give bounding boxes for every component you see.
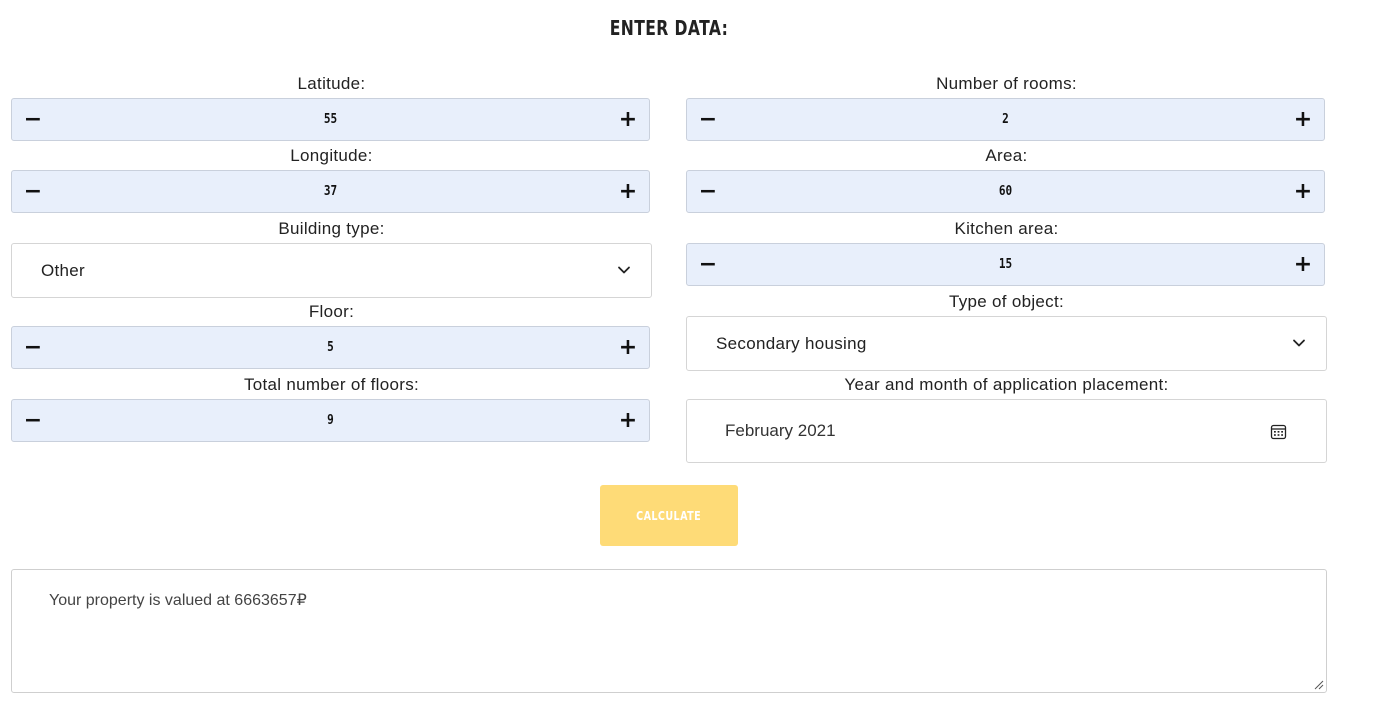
floor-stepper: − 5 + <box>11 326 650 369</box>
floor-decrement-button[interactable]: − <box>12 327 54 368</box>
floor-label: Floor: <box>308 302 355 321</box>
area-label: Area: <box>985 146 1028 165</box>
total-floors-stepper: − 9 + <box>11 399 650 442</box>
total-floors-increment-button[interactable]: + <box>607 400 649 441</box>
longitude-value[interactable]: 37 <box>95 171 565 212</box>
area-increment-button[interactable]: + <box>1282 171 1324 212</box>
floor-value[interactable]: 5 <box>95 327 565 368</box>
longitude-increment-button[interactable]: + <box>607 171 649 212</box>
area-decrement-button[interactable]: − <box>687 171 729 212</box>
result-textarea[interactable]: Your property is valued at 6663657₽ <box>11 569 1327 693</box>
calculate-button-label: CALCULATE <box>636 508 702 523</box>
latitude-decrement-button[interactable]: − <box>12 99 54 140</box>
resize-grip-icon[interactable] <box>1312 678 1324 690</box>
total-floors-label: Total number of floors: <box>243 375 420 394</box>
rooms-increment-button[interactable]: + <box>1282 99 1324 140</box>
result-text: Your property is valued at 6663657₽ <box>49 592 307 609</box>
calendar-icon[interactable] <box>1270 423 1287 440</box>
latitude-increment-button[interactable]: + <box>607 99 649 140</box>
kitchen-area-decrement-button[interactable]: − <box>687 244 729 285</box>
placement-date-value: February 2021 <box>725 421 836 440</box>
floor-increment-button[interactable]: + <box>607 327 649 368</box>
chevron-down-icon <box>1293 339 1305 347</box>
kitchen-area-value[interactable]: 15 <box>770 244 1240 285</box>
rooms-value[interactable]: 2 <box>770 99 1240 140</box>
longitude-stepper: − 37 + <box>11 170 650 213</box>
placement-date-input[interactable]: February 2021 <box>686 399 1327 463</box>
building-type-label: Building type: <box>278 219 385 238</box>
total-floors-value[interactable]: 9 <box>95 400 565 441</box>
latitude-stepper: − 55 + <box>11 98 650 141</box>
object-type-label: Type of object: <box>948 292 1065 311</box>
longitude-label: Longitude: <box>290 146 373 165</box>
kitchen-area-stepper: − 15 + <box>686 243 1325 286</box>
latitude-label: Latitude: <box>297 74 366 93</box>
rooms-decrement-button[interactable]: − <box>687 99 729 140</box>
building-type-select[interactable]: Other <box>11 243 652 298</box>
total-floors-decrement-button[interactable]: − <box>12 400 54 441</box>
object-type-value: Secondary housing <box>716 333 867 353</box>
chevron-down-icon <box>618 266 630 274</box>
latitude-value[interactable]: 55 <box>95 99 565 140</box>
page-title: ENTER DATA: <box>609 16 729 40</box>
longitude-decrement-button[interactable]: − <box>12 171 54 212</box>
rooms-stepper: − 2 + <box>686 98 1325 141</box>
rooms-label: Number of rooms: <box>936 74 1077 93</box>
placement-date-label: Year and month of application placement: <box>844 375 1169 394</box>
area-stepper: − 60 + <box>686 170 1325 213</box>
area-value[interactable]: 60 <box>770 171 1240 212</box>
building-type-value: Other <box>41 260 86 280</box>
kitchen-area-increment-button[interactable]: + <box>1282 244 1324 285</box>
calculate-button[interactable]: CALCULATE <box>600 485 738 546</box>
object-type-select[interactable]: Secondary housing <box>686 316 1327 371</box>
kitchen-area-label: Kitchen area: <box>954 219 1059 238</box>
